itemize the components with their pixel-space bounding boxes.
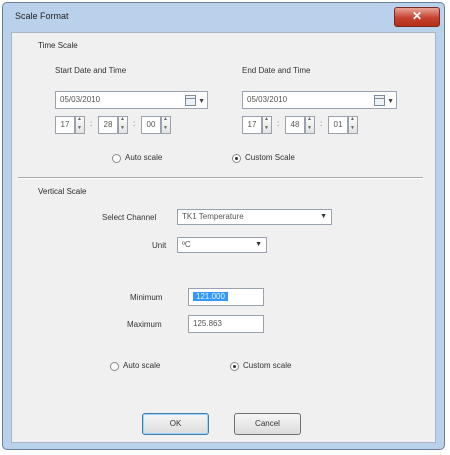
start-minute-field[interactable]: 28	[98, 116, 118, 134]
scale-format-dialog: Scale Format ✕ Time Scale Start Date and…	[2, 2, 445, 450]
end-date-picker[interactable]: 05/03/2010 ▼	[242, 91, 397, 109]
time-colon: :	[133, 119, 136, 128]
minimum-input[interactable]: 121.000	[188, 288, 264, 306]
end-datetime-label: End Date and Time	[242, 66, 311, 75]
vertical-auto-scale-label: Auto scale	[123, 361, 161, 370]
time-auto-scale-radio[interactable]	[112, 154, 121, 163]
cancel-button[interactable]: Cancel	[234, 413, 301, 435]
channel-select[interactable]: TK1 Temperature ▼	[177, 209, 332, 225]
section-divider	[18, 177, 423, 179]
minimum-label: Minimum	[130, 293, 163, 302]
time-custom-scale-label: Custom Scale	[245, 153, 295, 162]
end-date-value: 05/03/2010	[247, 95, 288, 104]
time-custom-scale-radio[interactable]	[232, 154, 241, 163]
dialog-title: Scale Format	[15, 11, 69, 21]
maximum-label: Maximum	[127, 320, 162, 329]
vertical-auto-scale-radio[interactable]	[110, 362, 119, 371]
unit-value: ºC	[182, 240, 191, 249]
ok-button[interactable]: OK	[142, 413, 209, 435]
start-date-picker[interactable]: 05/03/2010 ▼	[55, 91, 208, 109]
start-date-value: 05/03/2010	[60, 95, 101, 104]
channel-value: TK1 Temperature	[182, 212, 244, 221]
unit-label: Unit	[152, 241, 167, 250]
calendar-icon[interactable]	[374, 95, 385, 106]
end-minute-field[interactable]: 48	[285, 116, 305, 134]
chevron-down-icon[interactable]: ▼	[255, 238, 262, 252]
calendar-icon[interactable]	[185, 95, 196, 106]
start-hour-field[interactable]: 17	[55, 116, 75, 134]
start-datetime-label: Start Date and Time	[55, 66, 127, 75]
close-button[interactable]: ✕	[394, 7, 440, 27]
chevron-down-icon[interactable]: ▼	[387, 94, 394, 110]
time-auto-scale-label: Auto scale	[125, 153, 163, 162]
end-minute-spinner[interactable]	[305, 116, 315, 134]
vertical-scale-label: Vertical Scale	[38, 187, 87, 196]
time-colon: :	[277, 119, 280, 128]
unit-select[interactable]: ºC ▼	[177, 237, 267, 253]
chevron-down-icon[interactable]: ▼	[198, 94, 205, 110]
channel-label: Select Channel	[102, 213, 157, 222]
close-icon: ✕	[411, 9, 423, 23]
maximum-input[interactable]: 125.863	[188, 315, 264, 333]
minimum-value: 121.000	[193, 292, 228, 301]
time-colon: :	[90, 119, 93, 128]
maximum-value: 125.863	[193, 319, 222, 328]
end-hour-field[interactable]: 17	[242, 116, 262, 134]
end-hour-spinner[interactable]	[262, 116, 272, 134]
start-hour-spinner[interactable]	[75, 116, 85, 134]
end-second-spinner[interactable]	[348, 116, 358, 134]
chevron-down-icon[interactable]: ▼	[320, 210, 327, 224]
start-second-spinner[interactable]	[161, 116, 171, 134]
start-second-field[interactable]: 00	[141, 116, 161, 134]
end-second-field[interactable]: 01	[328, 116, 348, 134]
time-scale-label: Time Scale	[38, 41, 78, 50]
vertical-custom-scale-radio[interactable]	[230, 362, 239, 371]
start-minute-spinner[interactable]	[118, 116, 128, 134]
time-colon: :	[320, 119, 323, 128]
title-bar[interactable]: Scale Format ✕	[3, 3, 444, 29]
dialog-body: Time Scale Start Date and Time 05/03/201…	[11, 32, 436, 443]
vertical-custom-scale-label: Custom scale	[243, 361, 292, 370]
